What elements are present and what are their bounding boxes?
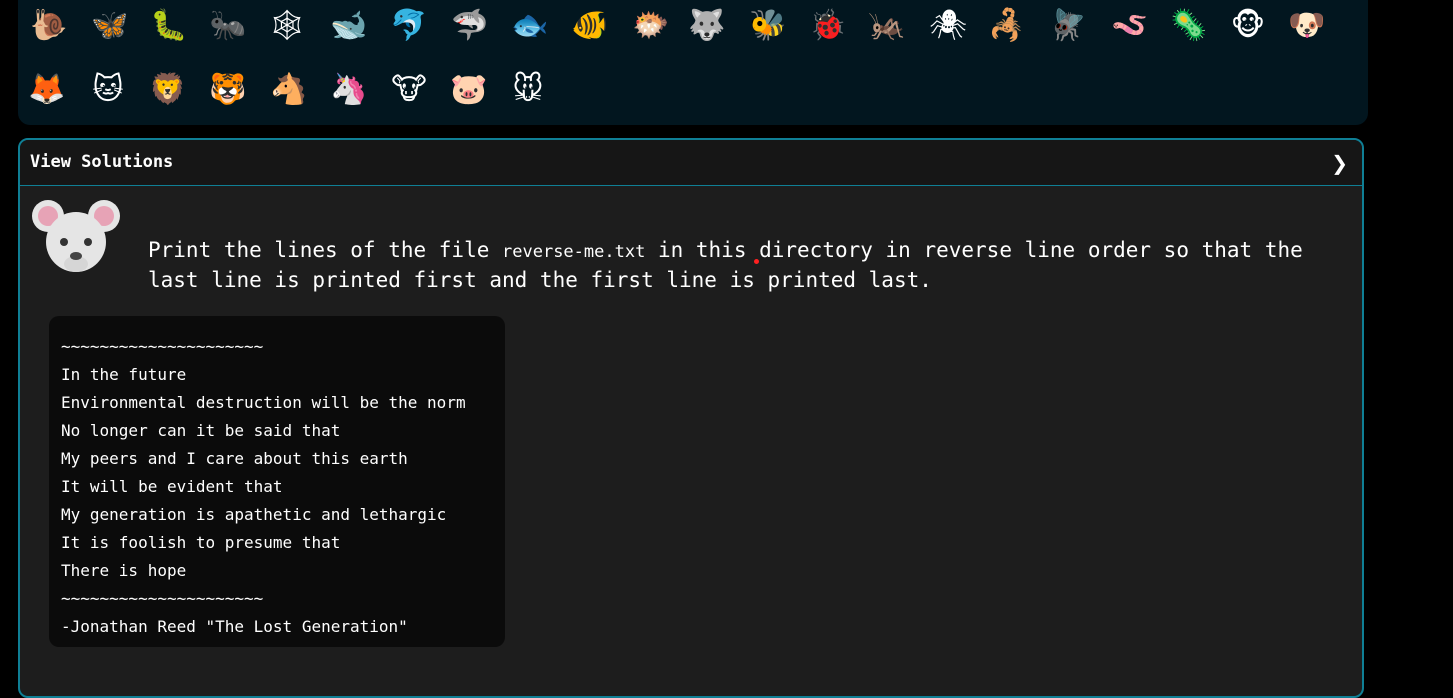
output-block: ~~~~~~~~~~~~~~~~~~~~~ In the future Enviro… [49,316,505,647]
output-line: No longer can it be said that [61,421,341,440]
output-line: My peers and I care about this earth [61,449,408,468]
animal-worm-icon[interactable]: 🪱 [1107,3,1153,49]
animal-cat-icon[interactable]: 🐱 [85,67,131,113]
output-line: It is foolish to presume that [61,533,341,552]
animal-snail-icon[interactable]: 🐌 [26,3,72,49]
animal-picker-panel: 🐌 🦋 🐛 🐜 🕸 🐋 🐬 🦈 🐟 🐠 🐡 🐺 🐝 🐞 🦗 🕷 🦂 🪰 🪱 🦠 🐵 🐶 🦊 🐱 🦁 🐯 🐴 🦄 🐮 🐷 🐭 [18,0,1368,125]
animal-lion-icon[interactable]: 🦁 [145,67,191,113]
animal-monkey-icon[interactable]: 🐵 [1225,3,1271,49]
animal-mouse-icon[interactable]: 🐭 [505,67,551,113]
chevron-right-icon[interactable]: ❯ [1331,151,1348,175]
animal-ant-icon[interactable]: 🐜 [205,3,251,49]
animal-dog-icon[interactable]: 🐶 [1284,3,1330,49]
output-line: My generation is apathetic and lethargic [61,505,447,524]
animal-unicorn-icon[interactable]: 🦄 [326,67,372,113]
task-description: Print the lines of the file reverse-me.t… [148,236,1348,294]
animal-ladybug-icon[interactable]: 🐞 [805,3,851,49]
solutions-title: View Solutions [30,152,174,172]
solutions-header[interactable]: View Solutions ❯ [20,140,1362,186]
solutions-panel: View Solutions ❯ Print the lines of the … [18,138,1364,698]
output-line: -Jonathan Reed "The Lost Generation" [61,617,408,636]
output-line: In the future [61,365,187,384]
output-line: Environmental destruction will be the no… [61,393,466,412]
animal-spider-icon[interactable]: 🕷 [925,3,971,49]
task-text-before: Print the lines of the file [148,238,503,262]
output-line: It will be evident that [61,477,283,496]
animal-tropical-fish-icon[interactable]: 🐠 [567,3,613,49]
animal-cricket-icon[interactable]: 🦗 [864,3,910,49]
animal-shark-icon[interactable]: 🦈 [447,3,493,49]
animal-blowfish-icon[interactable]: 🐡 [628,3,674,49]
animal-butterfly-icon[interactable]: 🦋 [87,3,133,49]
output-line: ~~~~~~~~~~~~~~~~~~~~~ [61,337,264,356]
animal-pig-icon[interactable]: 🐷 [446,67,492,113]
output-lines: ~~~~~~~~~~~~~~~~~~~~~ In the future Enviro… [61,333,466,641]
animal-cow-icon[interactable]: 🐮 [386,67,432,113]
animal-horse-icon[interactable]: 🐴 [266,67,312,113]
animal-tiger-icon[interactable]: 🐯 [205,67,251,113]
animal-fish-icon[interactable]: 🐟 [507,3,553,49]
cursor-dot [754,259,759,264]
animal-scorpion-icon[interactable]: 🦂 [984,3,1030,49]
animal-spider-web-icon[interactable]: 🕸 [264,3,310,49]
animal-dolphin-icon[interactable]: 🐬 [386,3,432,49]
task-filename: reverse-me.txt [502,242,646,262]
output-line: ~~~~~~~~~~~~~~~~~~~~~ [61,589,264,608]
mouse-face-icon [30,198,126,278]
animal-whale-icon[interactable]: 🐋 [326,3,372,49]
animal-microbe-icon[interactable]: 🦠 [1166,3,1212,49]
animal-fly-icon[interactable]: 🪰 [1045,3,1091,49]
animal-bee-icon[interactable]: 🐝 [745,3,791,49]
animal-caterpillar-icon[interactable]: 🐛 [146,3,192,49]
animal-wolf-icon[interactable]: 🐺 [684,3,730,49]
animal-fox-icon[interactable]: 🦊 [24,67,70,113]
output-line: There is hope [61,561,187,580]
